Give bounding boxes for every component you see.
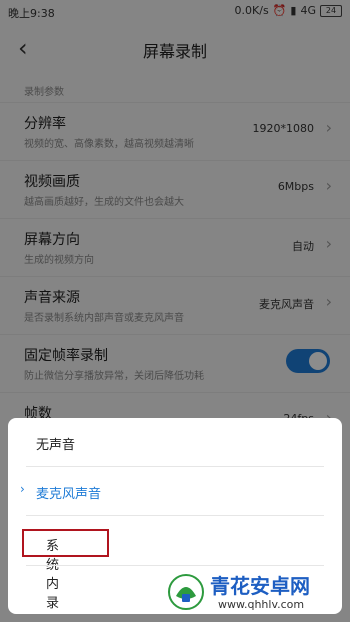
watermark: 青花安卓网 www.qhhlv.com xyxy=(166,566,346,622)
option-no-sound[interactable]: 无声音 xyxy=(8,418,342,466)
option-label: 系统内录 xyxy=(46,539,60,611)
chevron-right-icon: › xyxy=(20,482,25,496)
divider xyxy=(26,515,324,516)
option-microphone[interactable]: › 麦克风声音 xyxy=(8,467,342,515)
option-label: 麦克风声音 xyxy=(36,487,102,502)
watermark-url: www.qhhlv.com xyxy=(218,598,305,611)
watermark-logo-icon xyxy=(168,574,204,610)
watermark-name: 青花安卓网 xyxy=(210,574,310,598)
option-label: 无声音 xyxy=(36,438,76,453)
highlight-box: 系统内录 xyxy=(22,529,109,611)
